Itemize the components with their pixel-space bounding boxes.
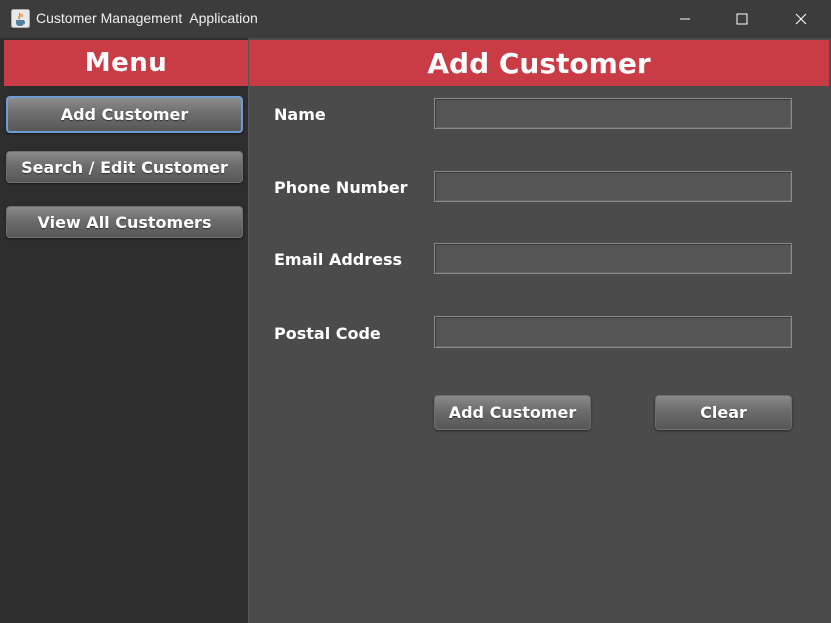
maximize-icon — [736, 13, 748, 25]
maximize-button[interactable] — [713, 0, 771, 38]
close-button[interactable] — [772, 0, 830, 38]
name-field[interactable] — [434, 98, 792, 129]
sidebar-item-add-customer[interactable]: Add Customer — [6, 96, 243, 133]
minimize-button[interactable] — [656, 0, 714, 38]
window-title: Customer Management Application — [36, 10, 258, 26]
email-address-label: Email Address — [274, 250, 403, 269]
phone-number-label: Phone Number — [274, 178, 408, 197]
email-address-field[interactable] — [434, 243, 792, 274]
postal-code-field[interactable] — [434, 316, 792, 348]
sidebar: Menu Add Customer Search / Edit Customer… — [2, 38, 249, 623]
name-label: Name — [274, 105, 326, 124]
title-bar: Customer Management Application — [0, 0, 831, 38]
clear-button[interactable]: Clear — [655, 395, 792, 430]
java-cup-icon — [11, 9, 30, 28]
minimize-icon — [680, 18, 690, 20]
add-customer-button[interactable]: Add Customer — [434, 395, 591, 430]
sidebar-header: Menu — [4, 40, 248, 86]
phone-number-field[interactable] — [434, 171, 792, 202]
main-panel: Add Customer Name Phone Number Email Add… — [249, 38, 831, 623]
postal-code-label: Postal Code — [274, 324, 381, 343]
sidebar-item-view-all-customers[interactable]: View All Customers — [6, 206, 243, 238]
page-title: Add Customer — [249, 40, 829, 86]
sidebar-item-search-edit-customer[interactable]: Search / Edit Customer — [6, 151, 243, 183]
close-icon — [795, 13, 807, 25]
